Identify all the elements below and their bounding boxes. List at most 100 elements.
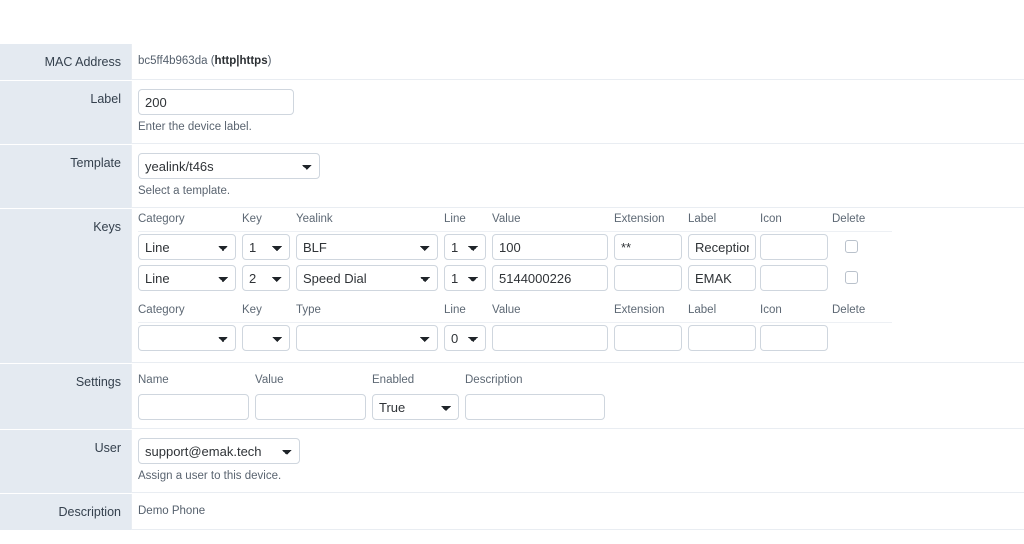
keys-row-0-line-select[interactable]: 1 <box>444 234 486 260</box>
settings-header-description: Description <box>465 374 523 386</box>
keys-new-type-cell <box>296 323 444 355</box>
description-value-cell: Demo Phone <box>131 494 1024 530</box>
device-form: MAC Address bc5ff4b963da (http|https) La… <box>0 44 1024 530</box>
keys-header2-category: Category <box>138 294 242 323</box>
keys-header-row-top: Category Key Yealink Line Value Extensio… <box>138 211 892 232</box>
keys-row-1-extension-input[interactable] <box>614 265 682 291</box>
keys-header-line: Line <box>444 211 492 232</box>
keys-row-1-label-input[interactable] <box>688 265 756 291</box>
keys-row-0-delete-checkbox[interactable] <box>845 240 858 254</box>
settings-new-row: True <box>138 394 605 420</box>
keys-row-1-key-select[interactable]: 2 <box>242 265 290 291</box>
settings-enabled-cell: True <box>372 394 465 420</box>
keys-header2-extension: Extension <box>614 294 688 323</box>
keys-row-0-category-select[interactable]: Line <box>138 234 236 260</box>
settings-header-row: Name Value Enabled Description <box>138 372 605 394</box>
keys-new-extension-cell <box>614 323 688 355</box>
form-row-settings: Settings Name Value Enabled Description <box>0 363 1024 429</box>
keys-row-1-category-select[interactable]: Line <box>138 265 236 291</box>
keys-row-0-type-select[interactable]: BLF <box>296 234 438 260</box>
keys-row-1-type-select[interactable]: Speed Dial <box>296 265 438 291</box>
keys-row-0-line-cell: 1 <box>444 232 492 264</box>
keys-new-label-cell <box>688 323 760 355</box>
form-row-user: User support@emak.tech Assign a user to … <box>0 429 1024 493</box>
keys-value-cell: Category Key Yealink Line Value Extensio… <box>131 209 1024 363</box>
keys-new-key-select[interactable] <box>242 325 290 351</box>
keys-row-1-type-cell: Speed Dial <box>296 263 444 294</box>
keys-new-label-input[interactable] <box>688 325 756 351</box>
keys-row-1-icon-cell <box>760 263 832 294</box>
keys-new-category-select[interactable] <box>138 325 236 351</box>
keys-row-0-extension-cell <box>614 232 688 264</box>
keys-row-0-delete-cell <box>832 232 892 264</box>
keys-row-1-value-input[interactable] <box>492 265 608 291</box>
settings-table: Name Value Enabled Description True <box>138 372 605 420</box>
mac-paren-close: ) <box>267 55 272 67</box>
device-label-help: Enter the device label. <box>138 121 252 133</box>
http-link[interactable]: http <box>215 55 237 67</box>
form-row-mac-address: MAC Address bc5ff4b963da (http|https) <box>0 44 1024 80</box>
keys-header-delete: Delete <box>832 211 892 232</box>
keys-header2-label: Label <box>688 294 760 323</box>
keys-row-0-category-cell: Line <box>138 232 242 264</box>
keys-new-value-input[interactable] <box>492 325 608 351</box>
description-text: Demo Phone <box>138 505 206 517</box>
form-row-description: Description Demo Phone <box>0 493 1024 530</box>
https-link[interactable]: https <box>239 55 267 67</box>
mac-address-label: MAC Address <box>0 44 131 80</box>
keys-row-1-key-cell: 2 <box>242 263 296 294</box>
keys-row-0-icon-cell <box>760 232 832 264</box>
device-edit-page: MAC Address bc5ff4b963da (http|https) La… <box>0 0 1024 544</box>
settings-description-input[interactable] <box>465 394 605 420</box>
settings-header-value: Value <box>255 374 284 386</box>
keys-new-delete-cell <box>832 323 892 355</box>
keys-row-0-label-input[interactable] <box>688 234 756 260</box>
settings-value-cell: Name Value Enabled Description True <box>131 364 1024 429</box>
keys-row-1-label-cell <box>688 263 760 294</box>
keys-label: Keys <box>0 209 131 363</box>
template-label: Template <box>0 145 131 208</box>
keys-header2-value: Value <box>492 294 614 323</box>
user-help: Assign a user to this device. <box>138 470 282 482</box>
template-help: Select a template. <box>138 185 231 197</box>
keys-header2-key: Key <box>242 294 296 323</box>
keys-row-1-delete-checkbox[interactable] <box>845 271 858 285</box>
template-select[interactable]: yealink/t46s <box>138 153 320 179</box>
keys-row-0-extension-input[interactable] <box>614 234 682 260</box>
keys-header-label: Label <box>688 211 760 232</box>
keys-row-0-value-input[interactable] <box>492 234 608 260</box>
keys-new-extension-input[interactable] <box>614 325 682 351</box>
form-row-label: Label Enter the device label. <box>0 80 1024 144</box>
table-row: Line 2 Speed Dial 1 5144000226 EMAK <box>138 263 892 294</box>
template-value-cell: yealink/t46s Select a template. <box>131 145 1024 208</box>
keys-new-type-select[interactable] <box>296 325 438 351</box>
mac-address-value-cell: bc5ff4b963da (http|https) <box>131 44 1024 80</box>
keys-new-icon-input[interactable] <box>760 325 828 351</box>
keys-row-0-key-select[interactable]: 1 <box>242 234 290 260</box>
keys-header2-type: Type <box>296 294 444 323</box>
keys-row-1-value-cell <box>492 263 614 294</box>
keys-row-0-icon-input[interactable] <box>760 234 828 260</box>
keys-new-key-cell <box>242 323 296 355</box>
keys-row-1-icon-input[interactable] <box>760 265 828 291</box>
description-label: Description <box>0 494 131 530</box>
settings-header-enabled: Enabled <box>372 374 415 386</box>
keys-header-extension: Extension <box>614 211 688 232</box>
user-select[interactable]: support@emak.tech <box>138 438 300 464</box>
keys-new-row: 0 <box>138 323 892 355</box>
settings-description-cell <box>465 394 605 420</box>
keys-header2-delete: Delete <box>832 294 892 323</box>
keys-row-1-line-select[interactable]: 1 <box>444 265 486 291</box>
settings-name-input[interactable] <box>138 394 249 420</box>
label-field-label: Label <box>0 81 131 144</box>
settings-value-input[interactable] <box>255 394 366 420</box>
device-label-input[interactable] <box>138 89 294 115</box>
user-label: User <box>0 430 131 493</box>
keys-row-1-extension-cell <box>614 263 688 294</box>
label-value-cell: Enter the device label. <box>131 81 1024 144</box>
keys-header2-line: Line <box>444 294 492 323</box>
settings-header-name: Name <box>138 374 169 386</box>
keys-new-line-cell: 0 <box>444 323 492 355</box>
settings-enabled-select[interactable]: True <box>372 394 459 420</box>
keys-new-line-select[interactable]: 0 <box>444 325 486 351</box>
